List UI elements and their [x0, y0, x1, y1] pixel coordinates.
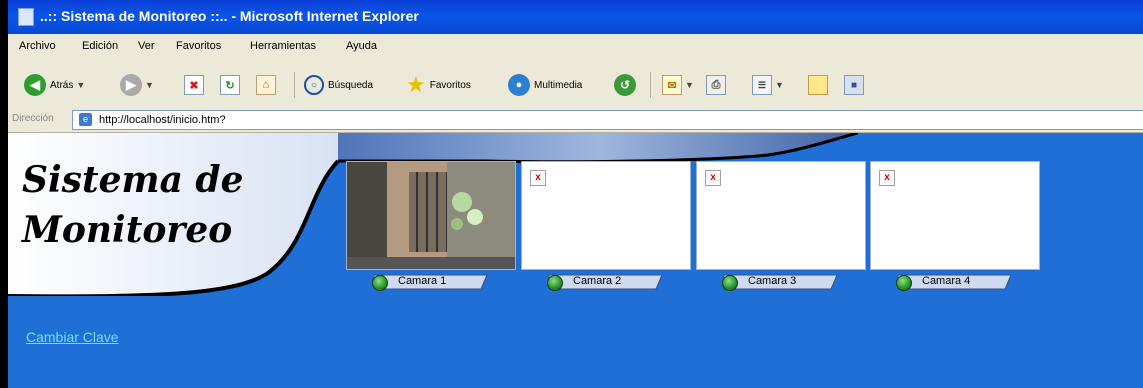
- mail-dropdown-icon[interactable]: ▼: [685, 80, 694, 90]
- toolbar-separator: [294, 72, 295, 98]
- edit-dropdown-icon[interactable]: ▼: [775, 80, 784, 90]
- messenger-icon: ■: [844, 75, 864, 95]
- forward-dropdown-icon[interactable]: ▼: [145, 80, 154, 90]
- stop-button[interactable]: ✖: [184, 73, 204, 97]
- broken-image-icon: x: [530, 170, 546, 186]
- broken-image-icon: x: [879, 170, 895, 186]
- back-dropdown-icon[interactable]: ▼: [76, 80, 85, 90]
- banner-line-2: Monitoreo: [22, 209, 233, 251]
- green-dot-icon: [372, 275, 388, 291]
- camera-4-view[interactable]: x: [870, 161, 1040, 270]
- menu-ayuda[interactable]: Ayuda: [346, 40, 377, 52]
- menu-archivo[interactable]: Archivo: [19, 40, 56, 52]
- ie-page-icon: [18, 8, 34, 26]
- home-button[interactable]: ⌂: [256, 73, 276, 97]
- print-icon: ⎙: [706, 75, 726, 95]
- media-globe-icon: ●: [508, 74, 530, 96]
- mail-button[interactable]: ✉ ▼: [662, 73, 694, 97]
- refresh-icon: ↻: [220, 75, 240, 95]
- title-bar[interactable]: ..:: Sistema de Monitoreo ::.. - Microso…: [8, 0, 1143, 34]
- back-arrow-icon: ◀: [24, 74, 46, 96]
- green-dot-icon: [547, 275, 563, 291]
- edit-button[interactable]: ☰ ▼: [752, 73, 784, 97]
- broken-image-icon: x: [705, 170, 721, 186]
- multimedia-button[interactable]: ● Multimedia: [508, 73, 582, 97]
- page-content: Sistema de Monitoreo x x x Camara 1 Cama…: [8, 133, 1143, 388]
- menu-edicion[interactable]: Edición: [82, 40, 118, 52]
- menu-favoritos[interactable]: Favoritos: [176, 40, 221, 52]
- forward-arrow-icon: ▶: [120, 74, 142, 96]
- address-url[interactable]: http://localhost/inicio.htm?: [99, 114, 226, 126]
- refresh-button[interactable]: ↻: [220, 73, 240, 97]
- change-password-link[interactable]: Cambiar Clave: [26, 329, 119, 345]
- toolbar-separator: [650, 72, 651, 98]
- camera-1-button[interactable]: Camara 1: [370, 274, 488, 291]
- mail-icon: ✉: [662, 75, 682, 95]
- camera-3-view[interactable]: x: [696, 161, 866, 270]
- green-dot-icon: [896, 275, 912, 291]
- address-input[interactable]: e http://localhost/inicio.htm?: [72, 110, 1143, 130]
- note-icon: [808, 75, 828, 95]
- star-icon: ★: [406, 72, 426, 97]
- discuss-button[interactable]: [808, 73, 828, 97]
- print-button[interactable]: ⎙: [706, 73, 726, 97]
- edit-icon: ☰: [752, 75, 772, 95]
- search-button[interactable]: ○ Búsqueda: [304, 73, 373, 97]
- camera-1-image: [347, 162, 515, 269]
- menu-ver[interactable]: Ver: [138, 40, 155, 52]
- menu-herramientas[interactable]: Herramientas: [250, 40, 316, 52]
- history-button[interactable]: ↺: [614, 73, 636, 97]
- camera-4-button[interactable]: Camara 4: [894, 274, 1012, 291]
- stop-icon: ✖: [184, 75, 204, 95]
- search-icon: ○: [304, 75, 324, 95]
- camera-2-button[interactable]: Camara 2: [545, 274, 663, 291]
- home-icon: ⌂: [256, 75, 276, 95]
- back-button[interactable]: ◀ Atrás ▼: [24, 73, 85, 97]
- green-dot-icon: [722, 275, 738, 291]
- browser-window: ..:: Sistema de Monitoreo ::.. - Microso…: [8, 0, 1143, 388]
- favorites-button[interactable]: ★ Favoritos: [406, 73, 471, 97]
- forward-button[interactable]: ▶ ▼: [120, 73, 154, 97]
- messenger-button[interactable]: ■: [844, 73, 864, 97]
- banner-line-1: Sistema de: [22, 159, 244, 201]
- camera-1-view[interactable]: [346, 161, 516, 270]
- page-icon: e: [79, 113, 92, 126]
- camera-3-button[interactable]: Camara 3: [720, 274, 838, 291]
- camera-2-view[interactable]: x: [521, 161, 691, 270]
- address-label: Dirección: [12, 113, 54, 124]
- history-icon: ↺: [614, 74, 636, 96]
- banner-title: Sistema de Monitoreo: [22, 155, 244, 255]
- address-bar: Dirección e http://localhost/inicio.htm?: [8, 108, 1143, 133]
- standard-toolbar: ◀ Atrás ▼ ▶ ▼ ✖ ↻ ⌂ ○ Búsqueda ★ Favorit…: [8, 60, 1143, 109]
- menu-bar: Archivo Edición Ver Favoritos Herramient…: [8, 34, 1143, 61]
- window-title: ..:: Sistema de Monitoreo ::.. - Microso…: [40, 8, 419, 24]
